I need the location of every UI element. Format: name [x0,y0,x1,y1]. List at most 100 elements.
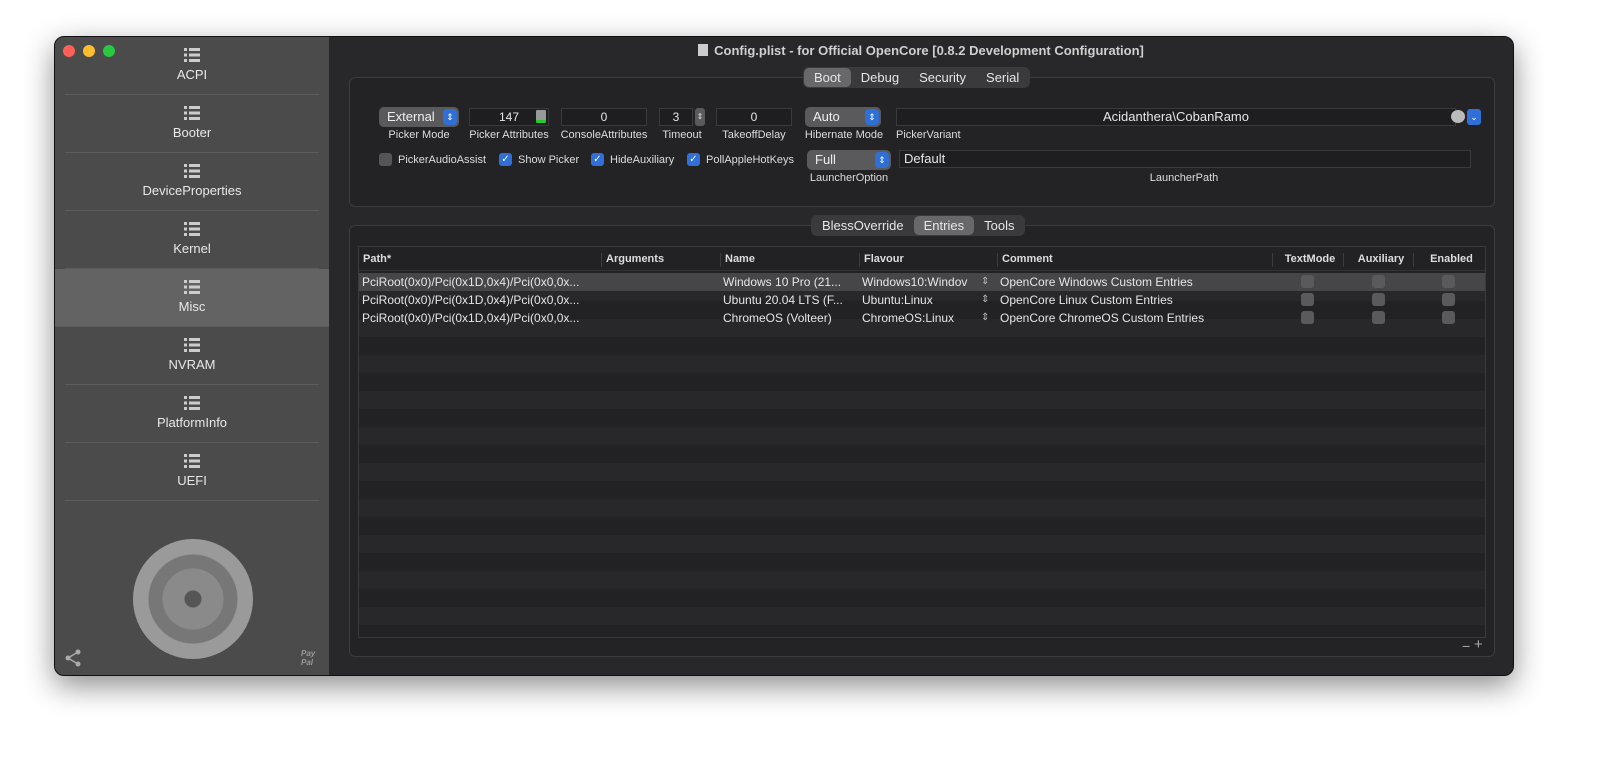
picker-mode-select[interactable]: External ⇕ [379,107,459,127]
tab-tools[interactable]: Tools [974,216,1024,235]
opencore-logo [133,539,253,659]
list-icon [184,338,200,352]
checkbox-enabled[interactable] [1442,275,1455,288]
boot-panel [349,77,1495,207]
timeout-label: Timeout [662,129,702,141]
picker-variant-label: PickerVariant [896,129,961,141]
checkbox-auxiliary[interactable] [1372,275,1385,288]
checkbox-box[interactable] [379,153,392,166]
tab-blessoverride[interactable]: BlessOverride [812,216,914,235]
entries-table: Path* Arguments Name Flavour Comment TextMode… [358,246,1486,638]
sidebar-item-platforminfo[interactable]: PlatformInfo [65,385,319,443]
checkbox-auxiliary[interactable] [1372,311,1385,324]
cell-flavour: Windows10:Windov [862,275,968,289]
column-header-auxiliary[interactable]: Auxiliary [1343,253,1414,267]
hibernate-mode-label: Hibernate Mode [804,129,884,141]
palette-icon[interactable] [1451,110,1465,123]
sidebar-item-acpi[interactable]: ACPI [65,37,319,95]
timeout-stepper[interactable]: ⇕ [695,108,705,126]
hibernate-mode-select[interactable]: Auto ⇕ [805,107,881,127]
sidebar-item-booter[interactable]: Booter [65,95,319,153]
column-header-enabled[interactable]: Enabled [1413,253,1485,267]
console-attributes-field[interactable]: 0 [561,108,647,126]
column-header-path[interactable]: Path* [359,253,391,267]
takeoff-delay-field[interactable]: 0 [716,108,792,126]
chevron-updown-icon: ⇕ [443,109,457,125]
add-entry-button[interactable]: + [1474,636,1483,653]
checkbox-enabled[interactable] [1442,293,1455,306]
launcher-path-label: LauncherPath [1149,172,1219,184]
cell-path: PciRoot(0x0)/Pci(0x1D,0x4)/Pci(0x0,0x... [362,275,580,289]
launcher-option-value: Full [815,152,836,167]
paypal-icon[interactable]: Pay Pal [301,649,321,667]
tab-serial[interactable]: Serial [976,68,1029,87]
table-row[interactable]: PciRoot(0x0)/Pci(0x1D,0x4)/Pci(0x0,0x...… [359,273,1485,291]
title-text: Config.plist - for Official OpenCore [0.… [714,43,1144,58]
checkbox-textmode[interactable] [1301,311,1314,324]
checkbox-label: HideAuxiliary [610,153,675,166]
sidebar-item-label: Misc [178,299,206,314]
cell-path: PciRoot(0x0)/Pci(0x1D,0x4)/Pci(0x0,0x... [362,311,580,325]
checkbox-label: PollAppleHotKeys [706,153,795,166]
list-icon [184,280,200,294]
tab-boot[interactable]: Boot [804,68,851,87]
table-row[interactable]: PciRoot(0x0)/Pci(0x1D,0x4)/Pci(0x0,0x...… [359,309,1485,327]
cell-comment: OpenCore Linux Custom Entries [1000,293,1173,307]
column-header-comment[interactable]: Comment [997,253,1053,267]
launcher-option-select[interactable]: Full ⇕ [807,150,891,170]
column-header-name[interactable]: Name [720,253,755,267]
checkbox-pickeraudioassist[interactable]: PickerAudioAssist [379,153,486,166]
launcher-path-field[interactable]: Default [899,150,1471,168]
chevron-updown-icon: ⇕ [875,152,889,168]
sidebar-item-label: ACPI [176,67,208,82]
app-window: ACPI Booter DeviceProperties Kernel Misc NVRA… [54,36,1514,676]
sidebar: ACPI Booter DeviceProperties Kernel Misc NVRA… [55,37,329,675]
checkbox-box[interactable]: ✓ [687,153,700,166]
chevron-updown-icon[interactable]: ⇕ [981,309,989,327]
chevron-updown-icon: ⇕ [865,109,879,125]
sidebar-item-deviceproperties[interactable]: DeviceProperties [65,153,319,211]
sidebar-item-kernel[interactable]: Kernel [65,211,319,269]
column-header-flavour[interactable]: Flavour [859,253,904,267]
sidebar-item-nvram[interactable]: NVRAM [65,327,319,385]
cell-flavour: Ubuntu:Linux [862,293,933,307]
picker-variant-field[interactable]: Acidanthera\CobanRamo [896,108,1456,126]
sidebar-item-label: Booter [172,125,212,140]
list-icon [184,48,200,62]
tab-entries[interactable]: Entries [913,216,975,235]
calculator-icon[interactable] [536,110,546,123]
chevron-updown-icon[interactable]: ⇕ [981,291,989,309]
checkbox-pollapplehotkeys[interactable]: ✓ PollAppleHotKeys [687,153,794,166]
tab-security[interactable]: Security [909,68,976,87]
list-icon [184,222,200,236]
checkbox-box[interactable]: ✓ [591,153,604,166]
sidebar-item-uefi[interactable]: UEFI [65,443,319,501]
takeoff-delay-label: TakeoffDelay [722,129,786,141]
checkbox-show-picker[interactable]: ✓ Show Picker [499,153,579,166]
share-icon[interactable] [64,649,82,667]
tab-debug[interactable]: Debug [851,68,909,87]
sidebar-item-misc[interactable]: Misc [55,269,329,327]
picker-attributes-label: Picker Attributes [469,129,549,141]
remove-entry-button[interactable]: − [1462,638,1470,654]
picker-variant-dropdown[interactable]: ⌄ [1467,109,1481,125]
cell-name: Windows 10 Pro (21... [723,275,842,289]
checkbox-textmode[interactable] [1301,293,1314,306]
sidebar-item-label: DeviceProperties [142,183,242,198]
entries-tabs: BlessOverride Entries Tools [811,215,1026,236]
checkbox-textmode[interactable] [1301,275,1314,288]
chevron-updown-icon[interactable]: ⇕ [981,273,989,291]
column-header-textmode[interactable]: TextMode [1272,253,1343,267]
checkbox-hideauxiliary[interactable]: ✓ HideAuxiliary [591,153,674,166]
picker-variant-value: Acidanthera\CobanRamo [1103,109,1249,124]
column-header-arguments[interactable]: Arguments [601,253,664,267]
cell-path: PciRoot(0x0)/Pci(0x1D,0x4)/Pci(0x0,0x... [362,293,580,307]
timeout-field[interactable]: 3 [659,108,693,126]
list-icon [184,454,200,468]
launcher-path-value: Default [904,151,946,166]
checkbox-enabled[interactable] [1442,311,1455,324]
checkbox-auxiliary[interactable] [1372,293,1385,306]
table-row[interactable]: PciRoot(0x0)/Pci(0x1D,0x4)/Pci(0x0,0x...… [359,291,1485,309]
checkbox-box[interactable]: ✓ [499,153,512,166]
table-header: Path* Arguments Name Flavour Comment TextMode… [359,247,1485,271]
